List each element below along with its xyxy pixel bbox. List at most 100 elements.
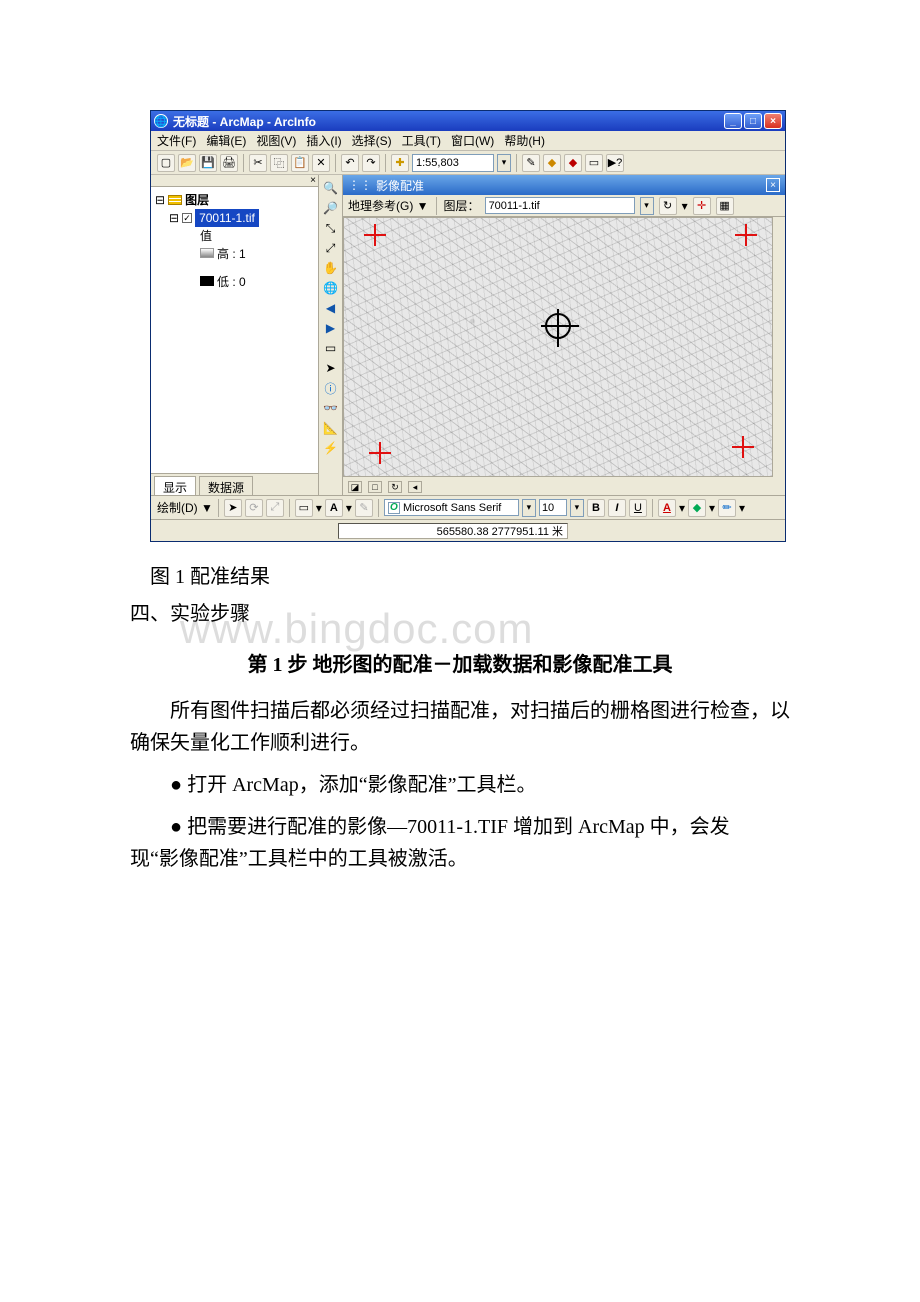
next-extent-icon[interactable]: ▶ — [321, 319, 341, 337]
low-swatch-icon — [200, 276, 214, 286]
font-dropdown-icon[interactable]: ▾ — [522, 499, 536, 517]
tree-collapse-icon[interactable]: ⊟ — [169, 209, 179, 227]
full-extent-globe-icon[interactable]: 🌐 — [321, 279, 341, 297]
bullet-item-continuation: 现“影像配准”工具栏中的工具被激活。 — [130, 843, 790, 875]
font-family-combo[interactable]: O Microsoft Sans Serif — [384, 499, 519, 516]
line-color-dropdown-icon[interactable]: ▾ — [739, 501, 745, 515]
control-point-mark-icon — [369, 442, 391, 464]
whats-this-icon[interactable]: ▶? — [606, 154, 624, 172]
measure-ruler-icon[interactable]: 📐 — [321, 419, 341, 437]
pan-hand-icon[interactable]: ✋ — [321, 259, 341, 277]
dropdown-arrow-icon[interactable]: ▾ — [640, 197, 654, 215]
select-arrow-icon[interactable]: ➤ — [321, 359, 341, 377]
edit-vertices-icon[interactable]: ✎ — [355, 499, 373, 517]
tab-source[interactable]: 数据源 — [199, 476, 253, 495]
text-tool-icon[interactable]: A — [325, 499, 343, 517]
cut-button[interactable]: ✂ — [249, 154, 267, 172]
control-point-mark-icon — [732, 436, 754, 458]
scale-input[interactable]: 1:55,803 — [412, 154, 494, 172]
data-view-icon[interactable]: ◪ — [348, 481, 362, 493]
add-data-button[interactable]: ✚ — [391, 154, 409, 172]
editor-icon[interactable]: ✎ — [522, 154, 540, 172]
georef-titlebar: ⋮⋮ 影像配准 × — [343, 175, 785, 195]
delete-button[interactable]: ✕ — [312, 154, 330, 172]
add-control-points-icon[interactable]: ✛ — [693, 197, 711, 215]
size-dropdown-icon[interactable]: ▾ — [570, 499, 584, 517]
toc-close-icon[interactable]: × — [151, 175, 318, 187]
undo-button[interactable]: ↶ — [341, 154, 359, 172]
menu-select[interactable]: 选择(S) — [352, 132, 392, 149]
dropdown-small-icon[interactable]: ▾ — [682, 199, 688, 213]
layout-view-icon[interactable]: □ — [368, 481, 382, 493]
rotate-tool-icon[interactable]: ⟳ — [245, 499, 263, 517]
rotate-icon[interactable]: ↻ — [659, 197, 677, 215]
link-table-icon[interactable]: ▦ — [716, 197, 734, 215]
shape-dropdown-icon[interactable]: ▾ — [316, 501, 322, 515]
control-point-mark-icon — [735, 224, 757, 246]
layer-visibility-checkbox[interactable]: ✓ — [182, 213, 192, 223]
georef-grab-icon[interactable]: ⋮⋮ — [348, 178, 372, 192]
refresh-view-icon[interactable]: ↻ — [388, 481, 402, 493]
draw-menu-button[interactable]: 绘制(D) ▼ — [157, 499, 213, 516]
font-color-button[interactable]: A — [658, 499, 676, 517]
select-features-icon[interactable]: ▭ — [321, 339, 341, 357]
menu-help[interactable]: 帮助(H) — [504, 132, 545, 149]
text-dropdown-icon[interactable]: ▾ — [346, 501, 352, 515]
close-button[interactable]: × — [764, 113, 782, 129]
menu-view[interactable]: 视图(V) — [256, 132, 296, 149]
zoom-element-icon[interactable]: ⤢ — [266, 499, 284, 517]
tab-display[interactable]: 显示 — [154, 476, 196, 495]
print-button[interactable]: 🖨 — [220, 154, 238, 172]
copy-button[interactable]: ⿻ — [270, 154, 288, 172]
georef-close-icon[interactable]: × — [766, 178, 780, 192]
scale-dropdown-icon[interactable]: ▾ — [497, 154, 511, 172]
underline-button[interactable]: U — [629, 499, 647, 517]
georef-toolbar: 地理参考(G) ▼ 图层： 70011-1.tif ▾ ↻ ▾ ✛ ▦ — [343, 195, 785, 217]
bold-button[interactable]: B — [587, 499, 605, 517]
zoom-in-icon[interactable]: 🔍 — [321, 179, 341, 197]
identify-info-icon[interactable]: ⓘ — [321, 379, 341, 397]
fill-color-button[interactable]: ◆ — [688, 499, 706, 517]
zoom-out-icon[interactable]: 🔎 — [321, 199, 341, 217]
georef-layer-combo[interactable]: 70011-1.tif — [485, 197, 635, 214]
menu-edit[interactable]: 编辑(E) — [206, 132, 246, 149]
fill-color-dropdown-icon[interactable]: ▾ — [709, 501, 715, 515]
line-color-button[interactable]: ✏ — [718, 499, 736, 517]
map-canvas[interactable] — [343, 217, 773, 477]
layers-group-icon — [168, 195, 182, 205]
arctoolbox-icon[interactable]: ◆ — [543, 154, 561, 172]
georef-menu-button[interactable]: 地理参考(G) ▼ — [348, 197, 429, 214]
command-line-icon[interactable]: ▭ — [585, 154, 603, 172]
hyperlink-bolt-icon[interactable]: ⚡ — [321, 439, 341, 457]
toc-root-label[interactable]: 图层 — [185, 191, 209, 209]
menu-insert[interactable]: 插入(I) — [306, 132, 341, 149]
tree-collapse-icon[interactable]: ⊟ — [155, 191, 165, 209]
layer-name-label[interactable]: 70011-1.tif — [195, 209, 259, 227]
menu-file[interactable]: 文件(F) — [157, 132, 196, 149]
zoom-fixed-in-icon[interactable]: ⤡ — [321, 219, 341, 237]
save-button[interactable]: 💾 — [199, 154, 217, 172]
paste-button[interactable]: 📋 — [291, 154, 309, 172]
bullet-item: ● 打开 ArcMap，添加“影像配准”工具栏。 — [130, 769, 790, 801]
high-value-label: 高 : 1 — [217, 247, 246, 261]
select-elements-arrow-icon[interactable]: ➤ — [224, 499, 242, 517]
zoom-fixed-out-icon[interactable]: ⤢ — [321, 239, 341, 257]
table-of-contents: × ⊟ 图层 ⊟ ✓ 70011-1.tif 值 高 : 1 低 : 0 — [151, 175, 319, 495]
open-button[interactable]: 📂 — [178, 154, 196, 172]
maximize-button[interactable]: □ — [744, 113, 762, 129]
font-color-dropdown-icon[interactable]: ▾ — [679, 501, 685, 515]
prev-extent-icon[interactable]: ◀ — [321, 299, 341, 317]
find-binoculars-icon[interactable]: 👓 — [321, 399, 341, 417]
menu-window[interactable]: 窗口(W) — [451, 132, 494, 149]
app-globe-icon: 🌐 — [154, 114, 168, 128]
arccatalog-icon[interactable]: ◆ — [564, 154, 582, 172]
menu-tools[interactable]: 工具(T) — [402, 132, 441, 149]
italic-button[interactable]: I — [608, 499, 626, 517]
font-size-combo[interactable]: 10 — [539, 499, 567, 516]
minimize-button[interactable]: _ — [724, 113, 742, 129]
map-view-tabs: ◪ □ ↻ ◂ — [343, 479, 785, 495]
rectangle-shape-icon[interactable]: ▭ — [295, 499, 313, 517]
new-button[interactable]: ▢ — [157, 154, 175, 172]
redo-button[interactable]: ↷ — [362, 154, 380, 172]
scroll-left-icon[interactable]: ◂ — [408, 481, 422, 493]
